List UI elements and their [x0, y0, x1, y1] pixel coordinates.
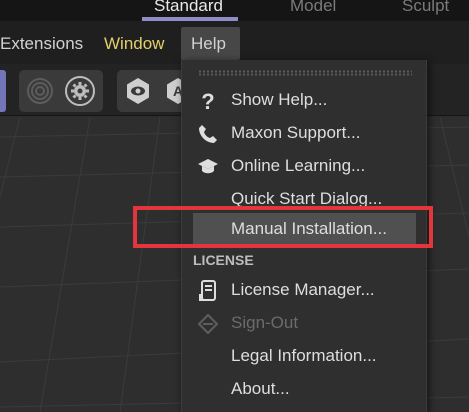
menu-item-label: License Manager...: [231, 280, 375, 299]
tab-model[interactable]: Model: [290, 0, 336, 17]
menu-item-legal-information[interactable]: Legal Information...: [182, 340, 428, 373]
menu-item-label: Maxon Support...: [231, 123, 361, 142]
toolbar-group-1: [19, 70, 103, 112]
menu-item-label: Legal Information...: [231, 346, 377, 365]
menu-item-online-learning[interactable]: Online Learning...: [182, 150, 428, 183]
menu-item-maxon-support[interactable]: Maxon Support...: [182, 117, 428, 150]
tab-sculpt[interactable]: Sculpt: [402, 0, 449, 17]
menu-item-sign-out[interactable]: Sign-Out: [182, 307, 428, 340]
sign-out-icon: [197, 313, 219, 335]
document-license-icon: [197, 280, 219, 302]
menu-help[interactable]: Help: [191, 34, 226, 54]
menu-window[interactable]: Window: [104, 34, 164, 54]
menu-grip-handle[interactable]: [198, 70, 412, 76]
menu-item-label: Online Learning...: [231, 156, 366, 175]
phone-icon: [197, 123, 219, 145]
target-icon[interactable]: [23, 74, 57, 108]
menu-item-label: Sign-Out: [231, 313, 299, 332]
menu-bar: Extensions Window Help: [0, 21, 469, 64]
menu-extensions[interactable]: Extensions: [0, 34, 83, 54]
toolbar-accent: [0, 70, 6, 112]
menu-item-about[interactable]: About...: [182, 373, 428, 406]
menu-item-label: About...: [231, 379, 290, 398]
svg-text:?: ?: [201, 90, 214, 112]
question-mark-icon: ?: [197, 90, 219, 112]
tab-standard[interactable]: Standard: [154, 0, 223, 17]
menu-item-label: Show Help...: [231, 90, 328, 109]
eye-hexagon-icon[interactable]: [121, 74, 155, 108]
graduation-cap-icon: [197, 156, 219, 178]
menu-item-show-help[interactable]: ? Show Help...: [182, 84, 428, 117]
highlight-annotation-box: [133, 206, 433, 248]
gear-icon[interactable]: [63, 74, 97, 108]
layout-tabs: Standard Model Sculpt: [0, 0, 469, 21]
license-section-header: LICENSE: [193, 252, 254, 268]
menu-item-license-manager[interactable]: License Manager...: [182, 274, 428, 307]
